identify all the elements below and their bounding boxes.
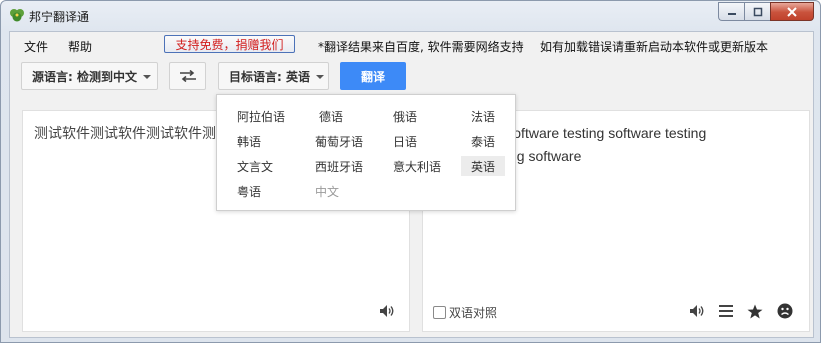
language-option[interactable]: 粤语 (227, 181, 271, 201)
language-option[interactable]: 法语 (461, 106, 505, 126)
target-language-select[interactable]: 目标语言: 英语 (218, 62, 329, 90)
swap-languages-button[interactable] (169, 62, 206, 90)
speaker-icon[interactable] (378, 302, 396, 320)
language-option[interactable]: 葡萄牙语 (309, 131, 369, 151)
star-icon[interactable] (746, 302, 764, 320)
menu-bar: 文件 帮助 支持免费，捐赠我们 *翻译结果来自百度, 软件需要网络支持 如有加载… (10, 32, 813, 56)
menu-file[interactable]: 文件 (24, 38, 48, 55)
star-glyph (747, 304, 763, 318)
translate-button[interactable]: 翻译 (340, 62, 406, 90)
feedback-sad-face-icon[interactable] (776, 302, 794, 320)
sad-face-glyph (777, 303, 793, 319)
language-option[interactable]: 意大利语 (387, 156, 447, 176)
source-text-input[interactable]: 测试软件测试软件测试软件测试 (34, 123, 224, 143)
source-language-select[interactable]: 源语言: 检测到中文 (21, 62, 158, 90)
close-button[interactable] (770, 2, 814, 21)
donate-button[interactable]: 支持免费，捐赠我们 (164, 35, 295, 53)
maximize-button[interactable] (744, 2, 770, 21)
target-language-dropdown: 阿拉伯语 德语 俄语 法语 韩语 葡萄牙语 日语 泰语 文言文 西班牙语 意大利… (216, 94, 516, 211)
speaker-icon[interactable] (688, 302, 706, 320)
language-option[interactable]: 泰语 (461, 131, 505, 151)
bilingual-checkbox[interactable] (433, 306, 446, 319)
language-option[interactable]: 阿拉伯语 (231, 106, 291, 126)
menu-help[interactable]: 帮助 (68, 38, 92, 55)
minimize-button[interactable] (718, 2, 744, 21)
minimize-icon (727, 12, 736, 15)
language-option[interactable]: 德语 (309, 106, 353, 126)
update-notice: 如有加载错误请重新启动本软件或更新版本 (540, 40, 769, 54)
clover-app-icon (10, 9, 24, 22)
language-option[interactable]: 西班牙语 (309, 156, 369, 176)
chevron-down-icon (142, 75, 151, 79)
swap-arrows-icon (179, 70, 196, 82)
language-option-disabled: 中文 (314, 184, 339, 199)
language-option[interactable]: 文言文 (231, 156, 279, 176)
source-notice: *翻译结果来自百度, 软件需要网络支持 (318, 40, 524, 54)
list-icon[interactable] (717, 302, 735, 320)
speaker-glyph (690, 305, 704, 317)
language-option[interactable]: 韩语 (227, 131, 271, 151)
title-bar[interactable]: 邦宁翻译通 (1, 1, 820, 31)
window-controls (718, 2, 814, 21)
speaker-glyph (380, 305, 394, 317)
lines-glyph (719, 305, 733, 317)
bilingual-label: 双语对照 (449, 306, 498, 320)
bilingual-toggle[interactable]: 双语对照 (433, 304, 497, 321)
maximize-icon (753, 7, 762, 16)
language-option[interactable]: 俄语 (383, 106, 427, 126)
window-title: 邦宁翻译通 (29, 10, 90, 24)
close-icon (787, 6, 797, 17)
language-option-selected[interactable]: 英语 (461, 156, 505, 176)
chevron-down-icon (315, 75, 324, 79)
source-language-label: 源语言: 检测到中文 (32, 69, 137, 84)
target-language-label: 目标语言: 英语 (229, 69, 310, 84)
language-option[interactable]: 日语 (383, 131, 427, 151)
